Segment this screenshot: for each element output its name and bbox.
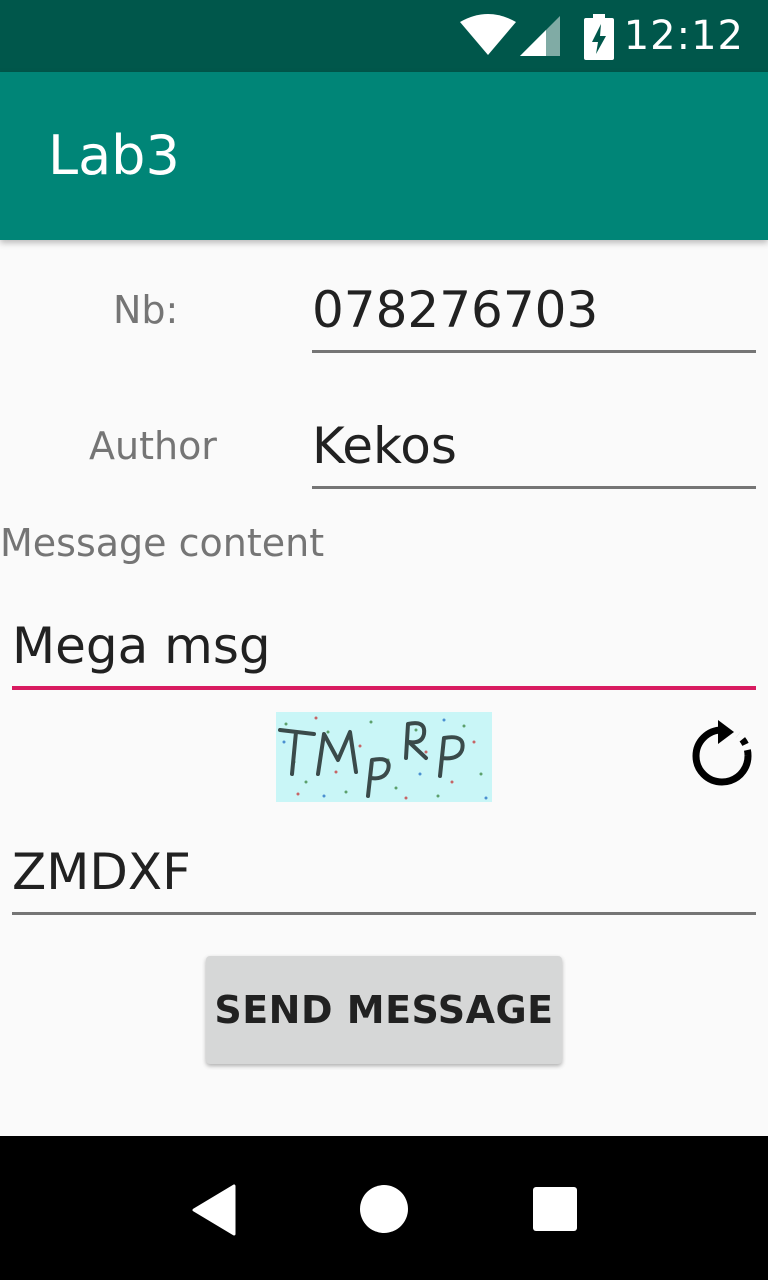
battery-charging-icon [584,14,614,60]
author-value: Kekos [312,417,457,475]
app-bar: Lab3 [0,72,768,240]
author-field[interactable]: Kekos [312,406,756,489]
app-title: Lab3 [48,124,180,187]
wifi-icon [460,14,516,55]
captcha-input-value: ZMDXF [12,843,191,901]
message-label: Message content [0,521,325,565]
send-message-button[interactable]: SEND MESSAGE [206,956,562,1064]
home-icon[interactable] [359,1184,409,1234]
captcha-input[interactable]: ZMDXF [12,832,756,915]
navigation-bar [0,1136,768,1280]
author-label: Author [89,424,217,468]
message-value: Mega msg [12,617,271,675]
captcha-graphic [278,716,488,800]
nb-field[interactable]: 078276703 [312,270,756,353]
nb-label: Nb: [113,288,179,332]
nb-value: 078276703 [312,281,599,339]
status-bar: 12:12 [0,0,768,72]
back-icon[interactable] [190,1184,236,1236]
signal-icon [520,16,560,56]
status-time: 12:12 [623,13,744,59]
captcha-image [276,712,492,802]
refresh-icon[interactable] [690,720,754,788]
recents-icon[interactable] [532,1186,578,1232]
message-field[interactable]: Mega msg [12,606,756,690]
